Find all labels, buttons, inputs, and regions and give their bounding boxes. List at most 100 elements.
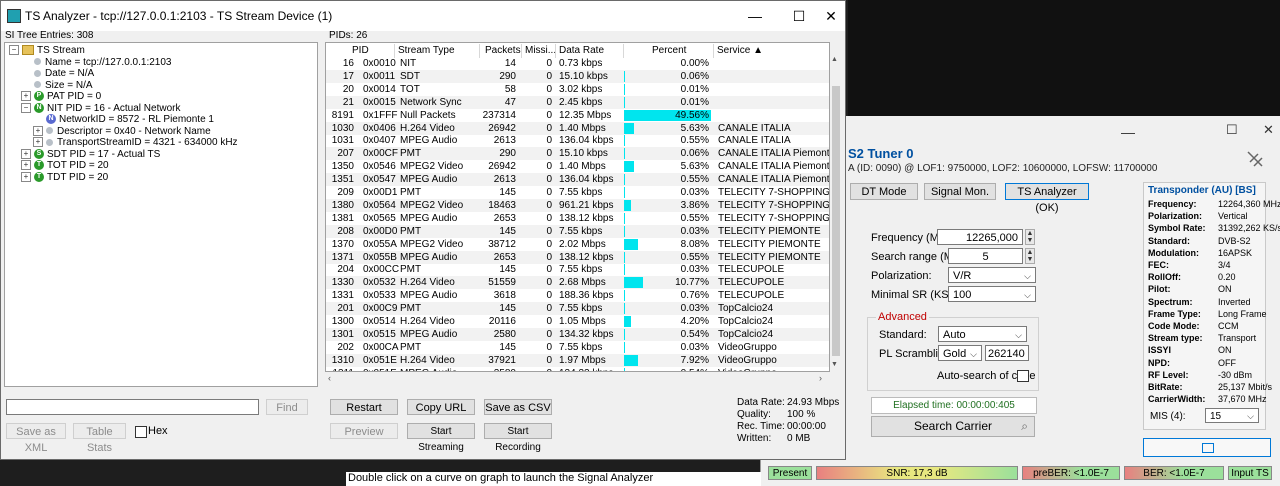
table-row[interactable]: 1031 0x0407 MPEG Audio 2613 0 136.04 kbps 0.55… <box>326 134 829 147</box>
polarization-select[interactable]: V/R ⌵ <box>948 267 1036 283</box>
tree-item[interactable]: + T TOT PID = 20 <box>21 160 109 172</box>
search-input[interactable] <box>6 399 259 415</box>
minimize-button[interactable]: — <box>1121 124 1135 140</box>
table-row[interactable]: 17 0x0011 SDT 290 0 15.10 kbps 0.06% <box>326 69 829 83</box>
column-divider[interactable] <box>713 44 714 58</box>
column-header-data-rate[interactable]: Data Rate <box>559 45 604 57</box>
table-row[interactable]: 1311 0x051F MPEG Audio 2580 0 134.32 kbps 0.54… <box>326 367 829 371</box>
maximize-button[interactable]: ☐ <box>1226 122 1238 138</box>
table-row[interactable]: 1331 0x0533 MPEG Audio 3618 0 188.36 kbps 0.76… <box>326 289 829 302</box>
table-row[interactable]: 1351 0x0547 MPEG Audio 2613 0 136.04 kbps 0.55… <box>326 173 829 187</box>
table-stats-button[interactable]: Table Stats <box>73 423 126 454</box>
table-row[interactable]: 21 0x0015 Network Sync 47 0 2.45 kbps 0.01% <box>326 95 829 109</box>
tab-ts-analyzer[interactable]: TS Analyzer (OK) <box>1005 183 1089 214</box>
vertical-scrollbar[interactable]: ▲ ▼ <box>830 56 842 372</box>
column-divider[interactable] <box>479 44 480 58</box>
mis-select[interactable]: 15 ⌵ <box>1205 408 1259 423</box>
tree-item[interactable]: + T TDT PID = 20 <box>21 172 108 184</box>
save-xml-button[interactable]: Save as XML <box>6 423 66 454</box>
scroll-thumb[interactable] <box>832 86 840 356</box>
tree-item[interactable]: + TransportStreamID = 4321 - 634000 kHz <box>33 137 238 149</box>
column-divider[interactable] <box>521 44 522 58</box>
scroll-down-icon[interactable]: ▼ <box>831 361 838 368</box>
restart-button[interactable]: Restart <box>330 399 398 415</box>
table-row[interactable]: 201 0x00C9 PMT 145 0 7.55 kbps 0.03% TopCalcio2… <box>326 302 829 316</box>
table-row[interactable]: 209 0x00D1 PMT 145 0 7.55 kbps 0.03% TELECITY 7… <box>326 186 829 199</box>
table-row[interactable]: 1300 0x0514 H.264 Video 20116 0 1.05 Mbps 4.20… <box>326 315 829 328</box>
tree-item[interactable]: Date = N/A <box>21 68 94 80</box>
column-header-service[interactable]: Service ▲ <box>717 45 763 57</box>
table-row[interactable]: 207 0x00CF PMT 290 0 15.10 kbps 0.06% CANALE IT… <box>326 147 829 161</box>
column-divider[interactable] <box>623 44 624 58</box>
frequency-stepper[interactable]: ▲ ▼ <box>1025 229 1035 245</box>
expand-icon[interactable]: + <box>21 91 31 102</box>
expand-icon[interactable]: + <box>33 137 43 148</box>
search-range-input[interactable]: 5 <box>948 248 1023 264</box>
tab-dt-mode[interactable]: DT Mode <box>850 183 918 200</box>
scroll-left-icon[interactable]: ‹ <box>328 373 331 383</box>
column-divider[interactable] <box>394 44 395 58</box>
find-button[interactable]: Find <box>266 399 308 415</box>
expand-icon[interactable]: + <box>21 148 31 159</box>
table-row[interactable]: 20 0x0014 TOT 58 0 3.02 kbps 0.01% <box>326 83 829 96</box>
table-row[interactable]: 1301 0x0515 MPEG Audio 2580 0 134.32 kbps 0.54… <box>326 327 829 341</box>
collapse-icon[interactable]: − <box>21 102 31 113</box>
table-row[interactable]: 204 0x00CC PMT 145 0 7.55 kbps 0.03% TELECUPOLE <box>326 263 829 276</box>
tree-item[interactable]: − TS Stream <box>9 45 85 57</box>
frequency-input[interactable]: 12265,000 <box>937 229 1023 245</box>
cell-service: CANALE ITALIA Piemonte <box>718 161 830 173</box>
scroll-right-icon[interactable]: › <box>819 373 822 383</box>
start-streaming-button[interactable]: Start Streaming <box>407 423 475 453</box>
autosearch-checkbox[interactable] <box>1017 370 1029 382</box>
table-row[interactable]: 1310 0x051E H.264 Video 37921 0 1.97 Mbps 7.92… <box>326 353 829 367</box>
minimize-button[interactable]: — <box>737 1 773 31</box>
table-row[interactable]: 1030 0x0406 H.264 Video 26942 0 1.40 Mbps 5.63… <box>326 121 829 135</box>
pl-mode-select[interactable]: Gold ⌵ <box>938 345 982 361</box>
expand-icon[interactable]: + <box>21 160 31 171</box>
column-header-pid[interactable]: PID <box>352 45 369 57</box>
table-row[interactable]: 1380 0x0564 MPEG2 Video 18463 0 961.21 kbps 3.… <box>326 198 829 212</box>
tree-item[interactable]: + S SDT PID = 17 - Actual TS <box>21 149 160 161</box>
expand-icon[interactable]: + <box>33 125 43 136</box>
column-header-missing[interactable]: Missi... <box>525 45 556 57</box>
search-range-stepper[interactable]: ▲ ▼ <box>1025 248 1035 264</box>
preview-button[interactable]: Preview <box>330 423 398 439</box>
column-header-percent[interactable]: Percent <box>652 45 686 57</box>
table-row[interactable]: 208 0x00D0 PMT 145 0 7.55 kbps 0.03% TELECITY P… <box>326 224 829 238</box>
table-row[interactable]: 1371 0x055B MPEG Audio 2653 0 138.12 kbps 0.55… <box>326 250 829 264</box>
pl-value-input[interactable]: 262140 <box>985 345 1029 361</box>
scroll-up-icon[interactable]: ▲ <box>831 56 838 63</box>
copy-url-button[interactable]: Copy URL <box>407 399 475 415</box>
column-header-stream-type[interactable]: Stream Type <box>398 45 455 57</box>
column-divider[interactable] <box>555 44 556 58</box>
si-tree[interactable]: − TS Stream Name = tcp://127.0.0.1:2103 Dat… <box>4 42 318 387</box>
tab-signal-mon[interactable]: Signal Mon. <box>924 183 996 200</box>
table-row[interactable]: 1370 0x055A MPEG2 Video 38712 0 2.02 Mbps 8.08… <box>326 238 829 251</box>
hex-checkbox[interactable] <box>135 426 147 438</box>
column-header-packets[interactable]: Packets <box>485 45 521 57</box>
table-row[interactable]: 16 0x0010 NIT 14 0 0.73 kbps 0.00% <box>326 57 829 70</box>
table-row[interactable]: 8191 0x1FFF Null Packets 237314 0 12.35 Mbps 4… <box>326 109 829 122</box>
minimal-sr-select[interactable]: 100 ⌵ <box>948 286 1036 302</box>
maximize-button[interactable]: ☐ <box>781 1 817 31</box>
collapse-icon[interactable]: − <box>9 45 19 56</box>
table-row[interactable]: 1381 0x0565 MPEG Audio 2653 0 138.12 kbps 0.55… <box>326 212 829 225</box>
expand-icon[interactable]: + <box>21 171 31 182</box>
tree-item[interactable]: Size = N/A <box>21 80 93 92</box>
table-row[interactable]: 1350 0x0546 MPEG2 Video 26942 0 1.40 Mbps 5.63… <box>326 160 829 173</box>
table-row[interactable]: 202 0x00CA PMT 145 0 7.55 kbps 0.03% VideoGrupp… <box>326 341 829 354</box>
tree-item[interactable]: Name = tcp://127.0.0.1:2103 <box>21 57 171 69</box>
save-csv-button[interactable]: Save as CSV <box>484 399 552 415</box>
standard-select[interactable]: Auto ⌵ <box>938 326 1027 342</box>
close-button[interactable]: ✕ <box>1263 122 1274 138</box>
close-button[interactable]: ✕ <box>813 1 849 31</box>
tree-item[interactable]: N NetworkID = 8572 - RL Piemonte 1 <box>33 114 214 126</box>
start-recording-button[interactable]: Start Recording <box>484 423 552 453</box>
tree-item[interactable]: − N NIT PID = 16 - Actual Network <box>21 103 180 115</box>
table-row[interactable]: 1330 0x0532 H.264 Video 51559 0 2.68 Mbps 10.7… <box>326 276 829 290</box>
search-carrier-button[interactable]: Search Carrier ⌕ <box>871 416 1035 437</box>
horizontal-scrollbar[interactable]: ‹ › <box>325 373 830 386</box>
display-toggle-button[interactable] <box>1143 438 1271 457</box>
tree-item[interactable]: + P PAT PID = 0 <box>21 91 101 103</box>
tree-item[interactable]: + Descriptor = 0x40 - Network Name <box>33 126 211 138</box>
